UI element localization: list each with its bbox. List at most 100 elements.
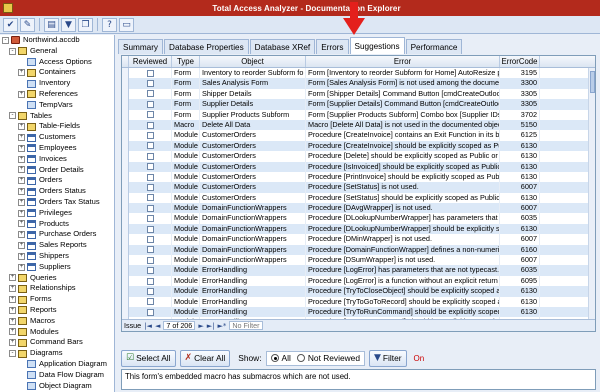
table-row[interactable]: Module DomainFunctionWrappers Procedure [D… [122, 244, 595, 256]
error-cell[interactable]: Procedure [SetStatus] is not used. [306, 182, 500, 193]
object-cell[interactable]: Inventory to reorder Subform fo [200, 68, 306, 79]
type-cell[interactable]: Form [172, 78, 200, 89]
row-selector[interactable] [122, 119, 129, 131]
type-cell[interactable]: Module [172, 203, 200, 214]
row-selector[interactable] [122, 78, 129, 89]
type-cell[interactable]: Module [172, 130, 200, 141]
expand-icon[interactable]: + [18, 188, 25, 196]
row-selector[interactable] [122, 275, 129, 287]
row-selector[interactable] [122, 223, 129, 235]
row-selector[interactable] [122, 244, 129, 256]
reviewed-checkbox[interactable] [146, 80, 154, 88]
tree-node[interactable]: + Queries [0, 273, 114, 284]
tree-node[interactable]: + Invoices [0, 154, 114, 165]
tree-node[interactable]: Application Diagram [0, 359, 114, 370]
copy-icon[interactable]: ❐ [78, 17, 93, 32]
errorcode-cell[interactable]: 6125 [500, 130, 540, 141]
tree-node[interactable]: + Table-Fields [0, 121, 114, 132]
error-cell[interactable]: Procedure [SetStatus] should be explicit… [306, 192, 500, 204]
error-cell[interactable]: Procedure [CreateInvoice] should be expl… [306, 140, 500, 152]
table-row[interactable]: Module CustomerOrders Procedure [SetStatus… [122, 182, 595, 193]
record-position[interactable]: 7 of 206 [163, 321, 196, 330]
object-cell[interactable]: CustomerOrders [200, 161, 306, 172]
tree-node[interactable]: - Diagrams [0, 348, 114, 359]
table-row[interactable]: Module DomainFunctionWrappers Procedure [D… [122, 223, 595, 235]
errorcode-cell[interactable]: 6130 [500, 161, 540, 172]
error-cell[interactable]: Procedure [LogError] has parameters that… [306, 265, 500, 276]
table-row[interactable]: Module ErrorHandling Procedure [TryToRunCo… [122, 306, 595, 318]
row-selector[interactable] [122, 234, 129, 245]
expand-icon[interactable]: + [18, 220, 25, 228]
object-cell[interactable]: DomainFunctionWrappers [200, 255, 306, 266]
type-cell[interactable]: Module [172, 213, 200, 224]
object-cell[interactable]: CustomerOrders [200, 192, 306, 204]
error-cell[interactable]: Procedure [DLookupNumberWrapper] should … [306, 223, 500, 235]
object-cell[interactable]: DomainFunctionWrappers [200, 213, 306, 224]
select-all-button[interactable]: ☑ Select All [121, 349, 176, 367]
table-row[interactable]: Module CustomerOrders Procedure [Delete] s… [122, 151, 595, 162]
errorcode-cell[interactable]: 6007 [500, 255, 540, 266]
errorcode-cell[interactable]: 6130 [500, 296, 540, 307]
tree-root[interactable]: - Northwind.accdb [0, 35, 114, 46]
tab-database-xref[interactable]: Database XRef [249, 39, 316, 54]
type-cell[interactable]: Module [172, 182, 200, 193]
expand-icon[interactable]: + [9, 317, 16, 325]
table-row[interactable]: Module DomainFunctionWrappers Procedure [D… [122, 213, 595, 224]
filter-button[interactable]: ▼ Filter [369, 349, 407, 367]
expand-icon[interactable]: + [18, 209, 25, 217]
row-selector[interactable] [122, 109, 129, 120]
expand-icon[interactable]: + [18, 177, 25, 185]
reviewed-checkbox[interactable] [146, 298, 154, 306]
errorcode-cell[interactable]: 6130 [500, 171, 540, 183]
errorcode-cell[interactable]: 6130 [500, 140, 540, 152]
tree-node[interactable]: + Suppliers [0, 262, 114, 273]
object-cell[interactable]: CustomerOrders [200, 171, 306, 183]
table-row[interactable]: Module DomainFunctionWrappers Procedure [D… [122, 234, 595, 245]
reviewed-checkbox[interactable] [146, 225, 154, 233]
reviewed-checkbox[interactable] [146, 152, 154, 160]
first-record-icon[interactable]: |◄ [144, 322, 152, 330]
errorcode-cell[interactable]: 3305 [500, 88, 540, 100]
prev-record-icon[interactable]: ◄ [155, 322, 160, 330]
table-row[interactable]: Module ErrorHandling Procedure [TryToGoToR… [122, 296, 595, 307]
expand-icon[interactable]: + [9, 306, 16, 314]
reviewed-checkbox[interactable] [146, 308, 154, 316]
error-cell[interactable]: Procedure [IsInvoiced] should be explici… [306, 161, 500, 172]
type-cell[interactable]: Form [172, 99, 200, 110]
error-cell[interactable]: Form [Sales Analysis Form] is not used a… [306, 78, 500, 89]
type-cell[interactable]: Module [172, 161, 200, 172]
reviewed-checkbox[interactable] [146, 287, 154, 295]
row-selector[interactable] [122, 213, 129, 224]
row-selector[interactable] [122, 88, 129, 100]
tree-node[interactable]: + Orders Status [0, 186, 114, 197]
error-cell[interactable]: Procedure [TryToGoToRecord] should be ex… [306, 296, 500, 307]
row-selector[interactable] [122, 306, 129, 318]
reviewed-checkbox[interactable] [146, 132, 154, 140]
object-cell[interactable]: Supplier Details [200, 99, 306, 110]
error-cell[interactable]: Procedure [DSumWrapper] is not used. [306, 255, 500, 266]
table-row[interactable]: Form Supplier Products Subform Form [Suppl… [122, 109, 595, 120]
object-cell[interactable]: CustomerOrders [200, 182, 306, 193]
errorcode-cell[interactable]: 3702 [500, 109, 540, 120]
reviewed-checkbox[interactable] [146, 194, 154, 202]
expand-icon[interactable]: + [18, 198, 25, 206]
expand-icon[interactable]: + [9, 339, 16, 347]
type-cell[interactable]: Module [172, 171, 200, 183]
expand-icon[interactable]: + [18, 166, 25, 174]
type-cell[interactable]: Module [172, 265, 200, 276]
expand-icon[interactable]: + [18, 90, 25, 98]
expand-icon[interactable]: + [18, 242, 25, 250]
print-icon[interactable]: ▤ [44, 17, 59, 32]
error-cell[interactable]: Form [Inventory to reorder Subform for H… [306, 68, 500, 79]
error-cell[interactable]: Procedure [DLookupNumberWrapper] has par… [306, 213, 500, 224]
expand-icon[interactable]: + [9, 274, 16, 282]
scroll-thumb[interactable] [590, 71, 595, 93]
expand-icon[interactable]: + [18, 231, 25, 239]
tree-node[interactable]: Inventory [0, 78, 114, 89]
error-cell[interactable]: Form [Shipper Details] Command Button [c… [306, 88, 500, 100]
object-cell[interactable]: Supplier Products Subform [200, 109, 306, 120]
expand-icon[interactable]: + [9, 285, 16, 293]
errorcode-cell[interactable]: 3300 [500, 78, 540, 89]
radio-not-reviewed[interactable] [296, 354, 305, 362]
tree-node[interactable]: + References [0, 89, 114, 100]
